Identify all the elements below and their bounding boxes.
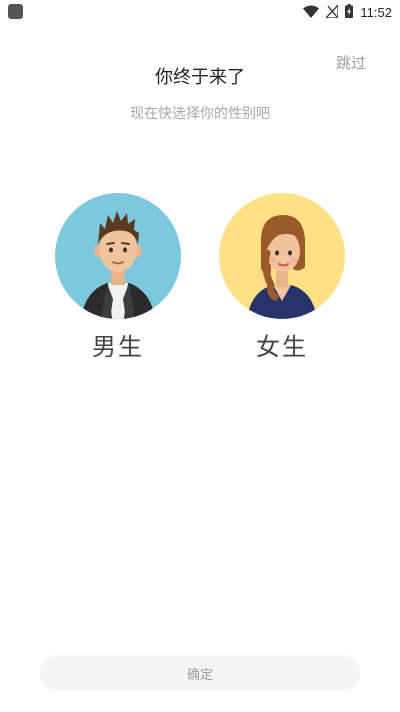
gender-label-female: 女生 bbox=[256, 333, 308, 361]
status-bar: 11:52 bbox=[0, 0, 400, 24]
female-avatar-icon bbox=[219, 193, 345, 319]
gender-select-screen: 11:52 跳过 你终于来了 现在快选择你的性别吧 男生 女生 确定 bbox=[0, 0, 400, 712]
male-avatar-icon bbox=[55, 193, 181, 319]
gender-option-male[interactable]: 男生 bbox=[54, 193, 182, 363]
page-subtitle: 现在快选择你的性别吧 bbox=[130, 106, 270, 122]
app-indicator-icon bbox=[8, 4, 23, 19]
page-title: 你终于来了 bbox=[155, 67, 245, 88]
wifi-icon bbox=[303, 3, 320, 22]
battery-charging-icon bbox=[345, 3, 354, 22]
status-time: 11:52 bbox=[360, 4, 392, 20]
status-icons: 11:52 bbox=[303, 2, 392, 22]
no-signal-icon bbox=[324, 2, 340, 22]
confirm-button[interactable]: 确定 bbox=[40, 655, 360, 691]
gender-label-male: 男生 bbox=[92, 333, 144, 361]
gender-option-female[interactable]: 女生 bbox=[218, 193, 346, 363]
